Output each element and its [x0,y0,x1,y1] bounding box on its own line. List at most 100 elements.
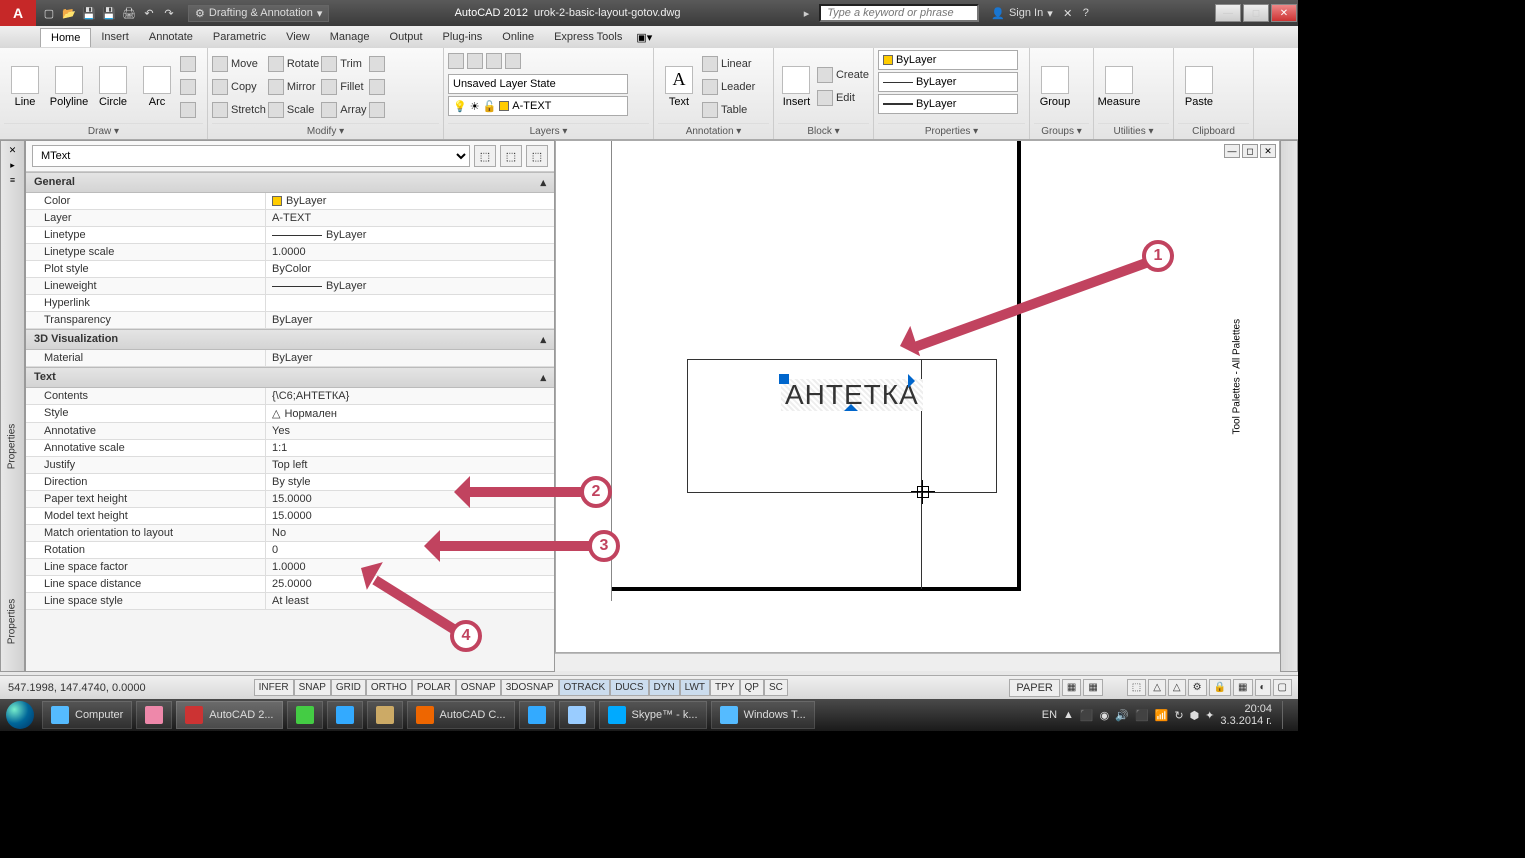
status-toggle-otrack[interactable]: OTRACK [559,679,611,696]
open-icon[interactable]: 📂 [60,4,78,22]
start-button[interactable] [0,699,40,731]
mdi-close[interactable]: ✕ [1260,144,1276,158]
tool-arc[interactable]: Arc [136,66,178,108]
tool-group[interactable]: Group [1034,66,1076,108]
prop-row[interactable]: AnnotativeYes [26,423,554,440]
prop-value[interactable]: ByLayer [266,278,554,294]
prop-value[interactable]: 15.0000 [266,508,554,524]
prop-value[interactable]: {\C6;АНТЕТКА} [266,388,554,404]
horizontal-scrollbar[interactable] [555,653,1280,671]
tray-wifi-icon[interactable]: 📶 [1155,709,1169,722]
taskbar-item[interactable] [136,701,172,729]
help-icon[interactable]: ? [1077,4,1095,22]
tool-hatch[interactable] [180,99,196,121]
taskbar-item[interactable]: AutoCAD 2... [176,701,282,729]
panel-title[interactable]: Utilities ▾ [1098,123,1169,139]
prop-value[interactable]: 1:1 [266,440,554,456]
prop-row[interactable]: LineweightByLayer [26,278,554,295]
tab-parametric[interactable]: Parametric [203,28,276,46]
layer-off-icon[interactable] [505,53,521,69]
prop-row[interactable]: Annotative scale1:1 [26,440,554,457]
taskbar-item[interactable] [519,701,555,729]
close-icon[interactable]: ✕ [9,145,17,156]
prop-section-header[interactable]: 3D Visualization▴ [26,329,554,350]
tab-insert[interactable]: Insert [91,28,139,46]
prop-value[interactable]: ByLayer [266,312,554,328]
tool-polyline[interactable]: Polyline [48,66,90,108]
prop-row[interactable]: Style△Нормален [26,405,554,423]
toggle-pickadd-button[interactable]: ⬚ [474,145,496,167]
tool-mirror[interactable]: Mirror [268,76,319,98]
taskbar-item[interactable] [559,701,595,729]
tool-leader[interactable]: Leader [702,76,755,98]
select-objects-button[interactable]: ⬚ [500,145,522,167]
prop-row[interactable]: MaterialByLayer [26,350,554,367]
color-dropdown[interactable]: ByLayer [878,50,1018,70]
mdi-restore[interactable]: ◻ [1242,144,1258,158]
signin-button[interactable]: 👤 Sign In ▾ [985,7,1058,20]
ribbon-expand-icon[interactable]: ▣▾ [636,31,652,44]
model-icon[interactable]: ▦ [1062,679,1081,696]
menu-icon[interactable]: ≡ [10,175,15,185]
quick-select-button[interactable]: ⬚ [526,145,548,167]
maximize-button[interactable]: ◻ [1243,4,1269,22]
workspace-icon[interactable]: ⚙ [1188,679,1207,696]
tool-offset[interactable] [369,99,385,121]
prop-row[interactable]: Model text height15.0000 [26,508,554,525]
tool-paste[interactable]: Paste [1178,66,1220,108]
tab-view[interactable]: View [276,28,320,46]
prop-row[interactable]: Linetype scale1.0000 [26,244,554,261]
tool-table[interactable]: Table [702,99,755,121]
prop-value[interactable]: 1.0000 [266,244,554,260]
current-layer-dropdown[interactable]: 💡☀🔓A-TEXT [448,96,628,116]
linetype-dropdown[interactable]: ByLayer [878,72,1018,92]
panel-title[interactable]: Groups ▾ [1034,123,1089,139]
prop-row[interactable]: LinetypeByLayer [26,227,554,244]
saveas-icon[interactable]: 💾 [100,4,118,22]
prop-value[interactable]: 25.0000 [266,576,554,592]
taskbar-item[interactable] [367,701,403,729]
tool-stretch[interactable]: Stretch [212,99,266,121]
status-toggle-sc[interactable]: SC [764,679,788,696]
panel-title[interactable]: Layers ▾ [448,123,649,139]
pin-icon[interactable]: ▸ [10,160,15,171]
space-toggle[interactable]: PAPER [1009,679,1059,697]
tool-text[interactable]: AText [658,66,700,108]
prop-value[interactable]: A-TEXT [266,210,554,226]
taskbar-item[interactable]: Windows T... [711,701,815,729]
print-icon[interactable]: 🖨 [120,4,138,22]
tool-move[interactable]: Move [212,53,266,75]
tool-trim[interactable]: Trim [321,53,366,75]
tray-bluetooth-icon[interactable]: ⬢ [1190,709,1200,722]
status-toggle-ducs[interactable]: DUCS [610,679,648,696]
undo-icon[interactable]: ↶ [140,4,158,22]
status-toggle-qp[interactable]: QP [740,679,764,696]
tool-array[interactable]: Array [321,99,366,121]
prop-row[interactable]: Line space styleAt least [26,593,554,610]
minimize-button[interactable]: — [1215,4,1241,22]
taskbar-item[interactable] [327,701,363,729]
status-toggle-infer[interactable]: INFER [254,679,294,696]
clock[interactable]: 20:04 3.3.2014 г. [1220,703,1272,727]
properties-palette-tab[interactable]: ✕ ▸ ≡ Properties Properties [0,140,25,672]
tool-insert-block[interactable]: Insert [778,66,815,108]
layer-state-dropdown[interactable]: Unsaved Layer State [448,74,628,94]
prop-value[interactable]: ByLayer [266,350,554,366]
layer-lock-icon[interactable] [486,53,502,69]
status-toggle-grid[interactable]: GRID [331,679,366,696]
taskbar-item[interactable]: Computer [42,701,132,729]
lineweight-dropdown[interactable]: ByLayer [878,94,1018,114]
language-indicator[interactable]: EN [1042,709,1057,721]
taskbar-item[interactable]: AutoCAD C... [407,701,515,729]
prop-row[interactable]: LayerA-TEXT [26,210,554,227]
grip-handle[interactable] [908,374,922,388]
prop-value[interactable]: Yes [266,423,554,439]
prop-row[interactable]: TransparencyByLayer [26,312,554,329]
clean-screen-icon[interactable]: ▢ [1273,679,1292,696]
tab-home[interactable]: Home [40,28,91,47]
prop-row[interactable]: JustifyTop left [26,457,554,474]
isolate-icon[interactable]: ◐ [1255,679,1271,696]
help-search-input[interactable] [819,4,979,22]
prop-value[interactable]: ByColor [266,261,554,277]
tool-create-block[interactable]: Create [817,64,869,86]
